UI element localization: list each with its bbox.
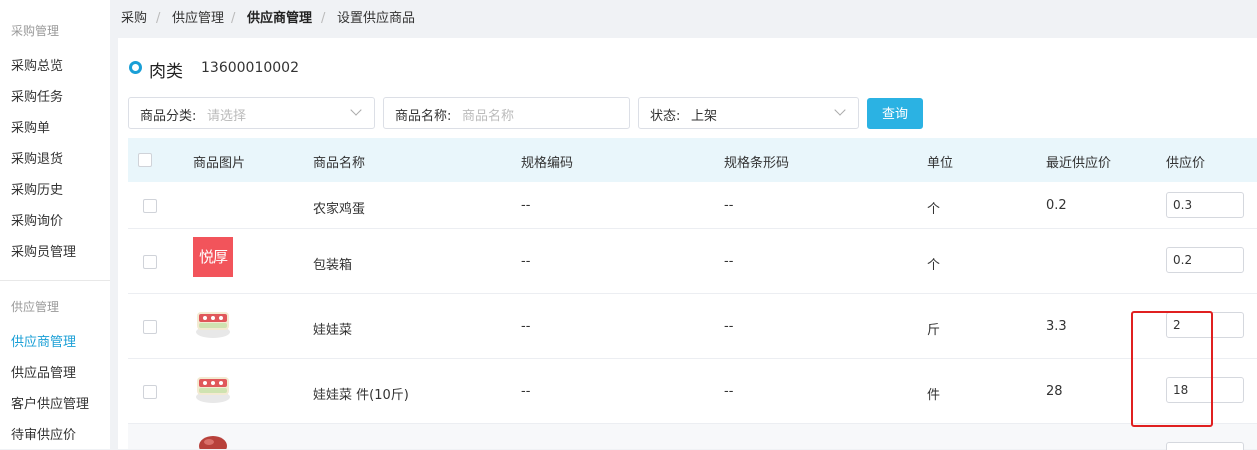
- ring-bullet-icon: [129, 61, 142, 74]
- supplier-name: 肉类: [149, 62, 183, 82]
- product-name-field[interactable]: 商品名称: 商品名称: [383, 97, 630, 129]
- recent-price: 0.2: [1046, 198, 1067, 213]
- row-checkbox[interactable]: [143, 199, 157, 213]
- table-row: 娃娃菜 件(10斤) -- -- 件 28: [128, 359, 1257, 424]
- status-select[interactable]: 状态: 上架: [638, 97, 859, 129]
- barcode: --: [724, 198, 734, 213]
- product-image-logo: 悦厚: [193, 237, 233, 277]
- product-name-placeholder: 商品名称: [462, 109, 515, 124]
- breadcrumb-separator: /: [231, 11, 236, 26]
- price-input[interactable]: [1166, 312, 1244, 338]
- sidebar-item-purchase-inquiry[interactable]: 采购询价: [11, 210, 63, 229]
- sidebar-item-purchase-history[interactable]: 采购历史: [11, 179, 63, 198]
- chevron-down-icon: [834, 104, 846, 116]
- meat-product-image: [199, 436, 227, 449]
- breadcrumb-separator: /: [321, 11, 326, 26]
- product-name: 娃娃菜: [313, 323, 353, 338]
- product-name-label: 商品名称:: [395, 109, 452, 124]
- sidebar-divider: [0, 280, 110, 281]
- category-select[interactable]: 商品分类: 请选择: [128, 97, 375, 129]
- sidebar-item-purchase-returns[interactable]: 采购退货: [11, 148, 63, 167]
- sidebar-item-supplier-management[interactable]: 供应商管理: [11, 331, 76, 350]
- column-header-image: 商品图片: [193, 156, 246, 171]
- unit: 件: [927, 388, 941, 403]
- sidebar-item-purchase-orders[interactable]: 采购单: [11, 117, 50, 136]
- product-name: 农家鸡蛋: [313, 202, 366, 217]
- column-header-name: 商品名称: [313, 156, 366, 171]
- column-header-price: 供应价: [1166, 156, 1206, 171]
- supplier-phone: 13600010002: [201, 60, 299, 76]
- unit: 斤: [927, 323, 941, 338]
- breadcrumb: 采购 / 供应管理 / 供应商管理 / 设置供应商品: [110, 0, 1257, 38]
- unit: 个: [927, 258, 941, 273]
- sidebar-item-pending-prices[interactable]: 待审供应价: [11, 424, 76, 443]
- table-row: 悦厚 包装箱 -- -- 个: [128, 229, 1257, 294]
- table-row-partial: [128, 424, 1257, 450]
- category-label: 商品分类:: [140, 109, 197, 124]
- row-checkbox[interactable]: [143, 385, 157, 399]
- table-row: 农家鸡蛋 -- -- 个 0.2: [128, 182, 1257, 229]
- column-header-barcode: 规格条形码: [724, 156, 790, 171]
- product-name: 包装箱: [313, 258, 353, 273]
- cabbage-product-image: [196, 377, 230, 403]
- status-label: 状态:: [650, 109, 681, 124]
- category-placeholder: 请选择: [207, 109, 247, 124]
- product-name: 娃娃菜 件(10斤): [313, 388, 409, 403]
- spec-code: --: [521, 254, 531, 269]
- breadcrumb-item-supply[interactable]: 供应管理: [172, 0, 224, 38]
- column-header-spec-code: 规格编码: [521, 156, 574, 171]
- price-input[interactable]: [1166, 377, 1244, 403]
- breadcrumb-item-current: 设置供应商品: [337, 11, 416, 26]
- table-header: 商品图片 商品名称 规格编码 规格条形码 单位 最近供应价 供应价: [128, 138, 1257, 182]
- main-panel: 肉类 13600010002 商品分类: 请选择 商品名称: 商品名称 状态: …: [118, 38, 1257, 450]
- price-input[interactable]: [1166, 192, 1244, 218]
- select-all-checkbox[interactable]: [138, 153, 152, 167]
- sidebar-group-title-supply: 供应管理: [11, 300, 60, 314]
- spec-code: --: [521, 384, 531, 399]
- sidebar-item-customer-supply[interactable]: 客户供应管理: [11, 393, 89, 412]
- barcode: --: [724, 254, 734, 269]
- chevron-down-icon: [350, 104, 362, 116]
- sidebar-item-procurement-overview[interactable]: 采购总览: [11, 55, 63, 74]
- unit: 个: [927, 202, 941, 217]
- row-checkbox[interactable]: [143, 255, 157, 269]
- column-header-unit: 单位: [927, 156, 954, 171]
- sidebar-item-buyer-management[interactable]: 采购员管理: [11, 241, 76, 260]
- recent-price: 28: [1046, 384, 1063, 399]
- barcode: --: [724, 384, 734, 399]
- column-header-recent-price: 最近供应价: [1046, 156, 1112, 171]
- cabbage-product-image: [196, 312, 230, 338]
- breadcrumb-item-supplier-management[interactable]: 供应商管理: [247, 0, 312, 38]
- spec-code: --: [521, 198, 531, 213]
- sidebar-group-title-procurement: 采购管理: [11, 24, 60, 38]
- recent-price: 3.3: [1046, 319, 1067, 334]
- row-checkbox[interactable]: [143, 320, 157, 334]
- barcode: --: [724, 319, 734, 334]
- table-row: 娃娃菜 -- -- 斤 3.3: [128, 294, 1257, 359]
- sidebar: 采购管理 采购总览 采购任务 采购单 采购退货 采购历史 采购询价 采购员管理 …: [0, 0, 110, 449]
- sidebar-item-supply-products[interactable]: 供应品管理: [11, 362, 76, 381]
- breadcrumb-item-procurement[interactable]: 采购: [121, 0, 147, 38]
- spec-code: --: [521, 319, 531, 334]
- status-value: 上架: [691, 109, 718, 124]
- sidebar-item-procurement-tasks[interactable]: 采购任务: [11, 86, 63, 105]
- breadcrumb-separator: /: [156, 11, 161, 26]
- query-button[interactable]: 查询: [867, 98, 923, 129]
- price-input[interactable]: [1166, 247, 1244, 273]
